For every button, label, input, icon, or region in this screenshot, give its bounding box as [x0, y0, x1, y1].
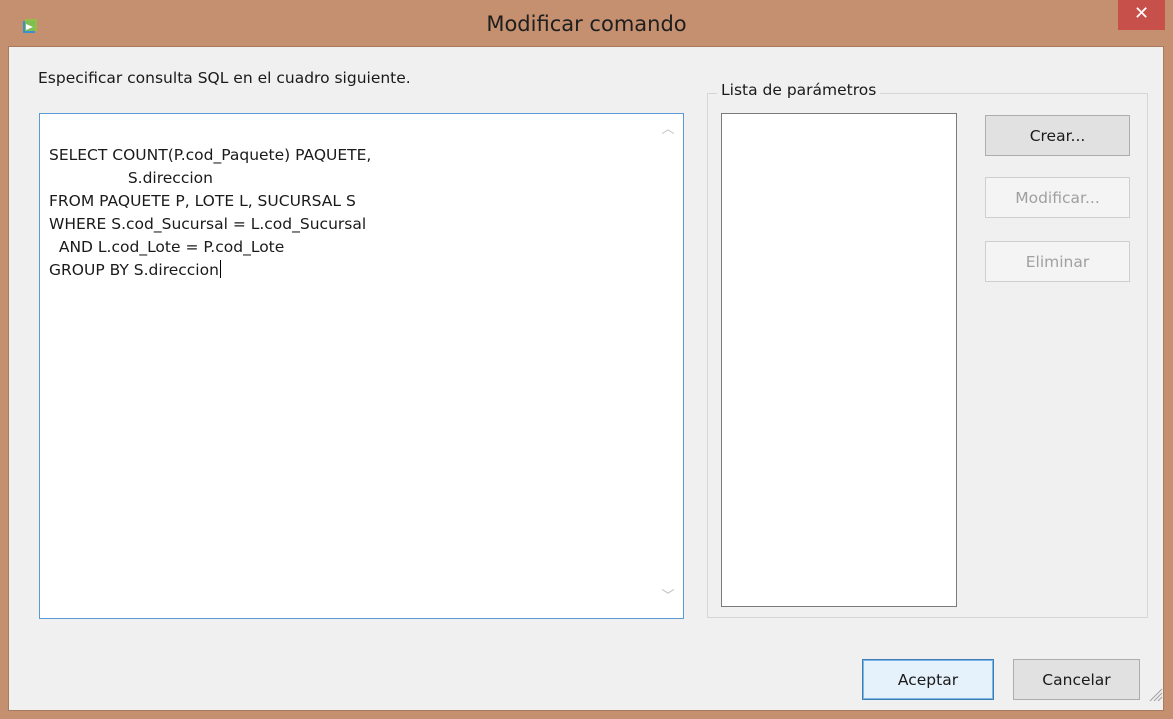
modify-button-label: Modificar... — [1015, 188, 1100, 207]
cancel-button-label: Cancelar — [1042, 670, 1111, 689]
sql-query-text: SELECT COUNT(P.cod_Paquete) PAQUETE, S.d… — [49, 146, 372, 279]
create-parameter-button[interactable]: Crear... — [985, 115, 1130, 156]
close-button[interactable]: ✕ — [1118, 0, 1165, 30]
resize-grip-icon[interactable] — [1145, 684, 1163, 702]
delete-button-label: Eliminar — [1025, 252, 1090, 271]
create-button-label: Crear... — [1029, 126, 1086, 145]
instruction-label: Especificar consulta SQL en el cuadro si… — [38, 69, 411, 87]
window-title: Modificar comando — [486, 12, 687, 36]
delete-parameter-button[interactable]: Eliminar — [985, 241, 1130, 282]
scroll-down-arrow-icon[interactable]: ﹀ — [660, 589, 676, 605]
dialog-window: Modificar comando ✕ Especificar consulta… — [0, 0, 1173, 719]
parameters-label: Lista de parámetros — [717, 81, 881, 99]
modify-parameter-button[interactable]: Modificar... — [985, 177, 1130, 218]
parameters-listbox[interactable] — [721, 113, 957, 607]
ok-button[interactable]: Aceptar — [862, 659, 994, 700]
ok-button-label: Aceptar — [897, 670, 959, 689]
title-bar[interactable]: Modificar comando ✕ — [0, 0, 1173, 46]
text-caret — [219, 260, 221, 278]
sql-query-textarea[interactable]: SELECT COUNT(P.cod_Paquete) PAQUETE, S.d… — [39, 113, 684, 619]
close-icon: ✕ — [1133, 3, 1150, 24]
dialog-body: Especificar consulta SQL en el cuadro si… — [8, 46, 1164, 711]
scroll-up-arrow-icon[interactable]: ︿ — [660, 122, 676, 138]
cancel-button[interactable]: Cancelar — [1013, 659, 1140, 700]
